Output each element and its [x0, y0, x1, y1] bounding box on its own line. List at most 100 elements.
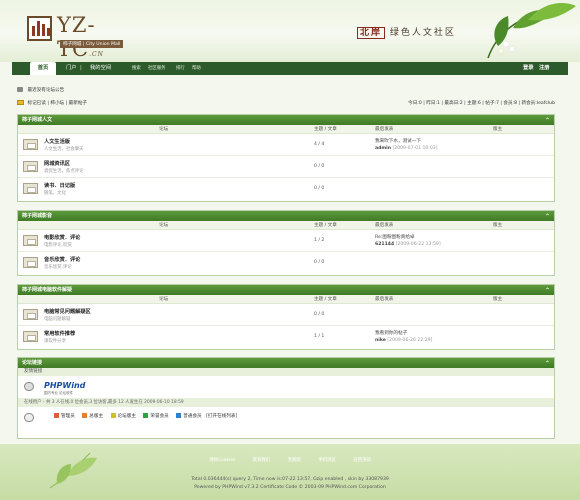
forum-stats: 今日:0 | 昨日:1 | 最高日:2 | 主题:6 | 帖子:7 | 会员:8… [408, 101, 555, 106]
footer-link[interactable]: 手机浏览 [318, 458, 336, 463]
nav-help[interactable]: 帮助 [192, 62, 201, 75]
forum-count: 0 / 0 [314, 164, 325, 169]
speaker-icon [17, 87, 23, 92]
footer-link[interactable]: 清除Cookies [209, 458, 235, 463]
phpwind-logo[interactable]: PHPWind [44, 381, 85, 390]
announcement-bar: 最近没有论坛公告 [17, 87, 64, 95]
guild-link[interactable]: 柿小坛 [50, 101, 64, 106]
column-header: 论坛 主题 / 文章 最后发表 版主 [18, 295, 554, 304]
last-post-user[interactable]: nike [375, 338, 386, 343]
last-post-title[interactable]: 我来吹下水，测试一下 [375, 138, 421, 144]
nav-community[interactable]: 社区服务 [148, 62, 166, 75]
forum-name[interactable]: 读书．日记版 [44, 182, 75, 189]
forum-name[interactable]: 常用软件推荐 [44, 330, 75, 337]
last-post-meta: admin [2009-07-01 10:03] [375, 146, 438, 151]
nav-search[interactable]: 搜索 [132, 62, 141, 75]
folder-icon [17, 100, 24, 105]
phpwind-tagline: 国内专业 论坛软件 [44, 391, 74, 395]
site-header: YZ-TC.CN 柿子网城 | City Union Mall 北岸 绿色人文社… [0, 0, 580, 62]
last-post-meta: nike [2009-06-26 22:29] [375, 338, 433, 343]
last-post-title[interactable]: 我看到你的帖子 [375, 330, 407, 336]
users-icon [24, 413, 34, 422]
section-header[interactable]: 论坛链接 ⌃ [18, 358, 554, 368]
nav-myspace[interactable]: 我的空间 [90, 62, 111, 75]
last-post-meta: 621144 [2009-06-22 13:59] [375, 242, 441, 247]
forum-row: 音乐欣赏．评论 音乐欣赏,评论 0 / 0 [18, 252, 554, 274]
friend-link-row: PHPWind 国内专业 论坛软件 [18, 376, 554, 398]
section-header[interactable]: 柿子网城人文 ⌃ [18, 115, 554, 125]
link-icon [24, 382, 34, 391]
slogan-text: 绿色人文社区 [389, 28, 456, 38]
forum-desc: 音乐欣赏,评论 [44, 265, 72, 270]
announcement-text[interactable]: 最近没有论坛公告 [27, 88, 64, 93]
forum-folder-icon [23, 235, 38, 246]
footer-stats: Total 0.036444(s) query 2, Time now is:0… [191, 477, 389, 482]
footer-link[interactable]: 联系我们 [253, 458, 271, 463]
forum-folder-icon [23, 161, 38, 172]
logo-text: YZ-TC.CN [57, 13, 104, 61]
logo-icon [27, 16, 52, 41]
forum-folder-icon [23, 257, 38, 268]
honor-swatch-icon [143, 413, 149, 418]
forum-count: 0 / 0 [314, 312, 325, 317]
links-section: 论坛链接 ⌃ 友情链接 PHPWind 国内专业 论坛软件 在线用户 - 共 3… [17, 357, 555, 439]
latest-posts-link[interactable]: 最新帖子 [69, 101, 87, 106]
forum-section: 柿子网城电脑软件解疑 ⌃ 论坛 主题 / 文章 最后发表 版主 电脑常见问题解疑… [17, 284, 555, 350]
forum-folder-icon [23, 309, 38, 320]
footer-link[interactable]: 无图版 [288, 458, 301, 463]
nav-rank[interactable]: 排行 [176, 62, 185, 75]
section-title: 柿子网城影音 [22, 213, 53, 219]
supermod-swatch-icon [82, 413, 88, 418]
forum-count: 1 / 2 [314, 238, 325, 243]
main-navbar: 首页 门户 | 我的空间 搜索 社区服务 排行 帮助 登录 注册 [12, 62, 568, 75]
forum-row: 人文生活版 人文生活，社会聊天 4 / 4 我来吹下水，测试一下 admin [… [18, 134, 554, 156]
forum-desc: 人文生活，社会聊天 [44, 147, 84, 152]
friend-links-label: 友情链接 [18, 368, 554, 376]
column-header: 论坛 主题 / 文章 最后发表 版主 [18, 125, 554, 134]
forum-name[interactable]: 电脑常见问题解疑区 [44, 308, 91, 315]
user-legend-row: 管理员 总版主 论坛版主 荣誉会员 普通会员 [打开在线列表] [18, 407, 554, 427]
forum-row: 电影欣赏．评论 电影评论,欣赏 1 / 2 Re:图粉图粉真给卓 621144 … [18, 230, 554, 252]
forum-desc: 电脑问题解疑 [44, 317, 71, 322]
nav-portal[interactable]: 门户 [66, 62, 77, 75]
forum-count: 4 / 4 [314, 142, 325, 147]
login-link[interactable]: 登录 [523, 62, 534, 75]
site-footer: 清除Cookies 联系我们 无图版 手机浏览 返回顶部 Total 0.036… [0, 444, 580, 500]
footer-link[interactable]: 返回顶部 [353, 458, 371, 463]
forum-desc: 电影评论,欣赏 [44, 243, 72, 248]
section-title: 论坛链接 [22, 360, 43, 366]
forum-count: 0 / 0 [314, 186, 325, 191]
forum-row: 常用软件推荐 须软件分享 1 / 1 我看到你的帖子 nike [2009-06… [18, 326, 554, 348]
mod-swatch-icon [110, 413, 116, 418]
nav-home[interactable]: 首页 [30, 62, 56, 75]
forum-desc: 调侃生活，焦点评论 [44, 169, 84, 174]
forum-folder-icon [23, 139, 38, 150]
forum-folder-icon [23, 331, 38, 342]
footer-links: 清除Cookies 联系我们 无图版 手机浏览 返回顶部 [0, 457, 580, 463]
online-users-bar[interactable]: 在线用户 - 共 3 人在线,0 位会员,3 位访客,最多 12 人发生在 20… [18, 398, 554, 407]
forum-section: 柿子网城影音 ⌃ 论坛 主题 / 文章 最后发表 版主 电影欣赏．评论 电影评论… [17, 210, 555, 276]
site-slogan: 北岸 绿色人文社区 [357, 25, 456, 39]
site-logo[interactable]: YZ-TC.CN 柿子网城 | City Union Mall [27, 13, 132, 61]
section-header[interactable]: 柿子网城影音 ⌃ [18, 211, 554, 221]
forum-name[interactable]: 人文生活版 [44, 138, 70, 145]
forum-row: 网城资讯区 调侃生活，焦点评论 0 / 0 [18, 156, 554, 178]
logo-subtitle: 柿子网城 | City Union Mall [60, 40, 124, 48]
last-post-title[interactable]: Re:图粉图粉真给卓 [375, 234, 415, 240]
section-title: 柿子网城电脑软件解疑 [22, 287, 73, 293]
last-post-user[interactable]: admin [375, 146, 391, 151]
forum-name[interactable]: 网城资讯区 [44, 160, 70, 167]
user-legend: 管理员 总版主 论坛版主 荣誉会员 普通会员 [打开在线列表] [48, 413, 237, 419]
forum-row: 电脑常见问题解疑区 电脑问题解疑 0 / 0 [18, 304, 554, 326]
section-header[interactable]: 柿子网城电脑软件解疑 ⌃ [18, 285, 554, 295]
open-online-list-link[interactable]: [打开在线列表] [206, 414, 237, 419]
forum-name[interactable]: 音乐欣赏．评论 [44, 256, 80, 263]
footer-powered-by: Powered by PHPWind v7.3.2 Certificate Co… [194, 485, 386, 490]
forum-name[interactable]: 电影欣赏．评论 [44, 234, 80, 241]
forum-desc: 随笔，文化 [44, 191, 66, 196]
section-title: 柿子网城人文 [22, 117, 53, 123]
leaf-decoration-icon [487, 2, 576, 59]
mark-read-link[interactable]: 标记已读 [27, 101, 45, 106]
register-link[interactable]: 注册 [539, 62, 550, 75]
last-post-user[interactable]: 621144 [375, 242, 394, 247]
